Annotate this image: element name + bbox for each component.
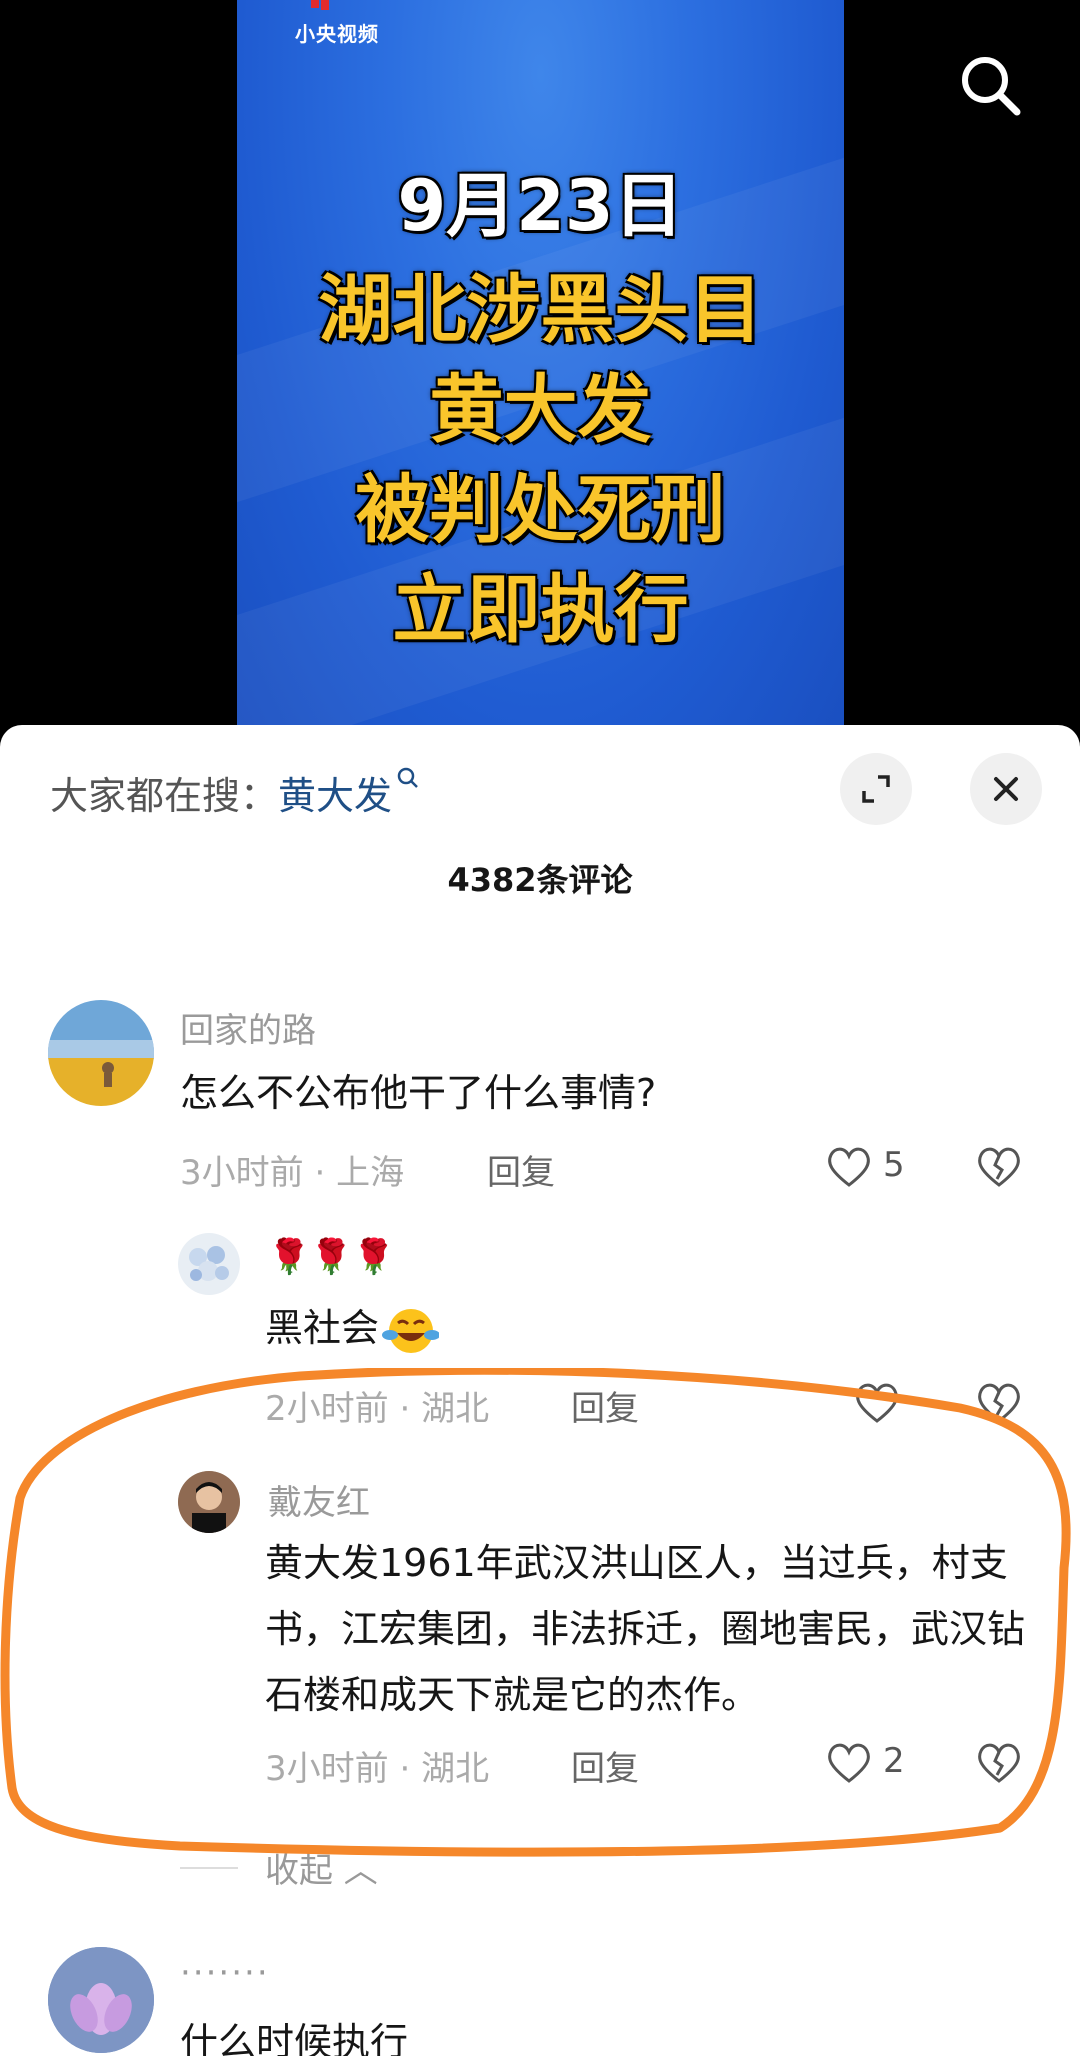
comment-time: 3小时前 [180, 1153, 304, 1193]
avatar[interactable] [178, 1233, 240, 1295]
comment-username[interactable]: 🌹🌹🌹 [268, 1237, 395, 1277]
hot-search-label: 大家都在搜： [50, 774, 279, 818]
comment-text: 怎么不公布他干了什么事情? [180, 1071, 657, 1115]
comment-meta: 3小时前 · 上海 [180, 1153, 405, 1193]
reply-button[interactable]: 回复 [487, 1145, 555, 1194]
dislike-broken-heart-icon[interactable] [975, 1143, 1023, 1191]
comment-count: 4382条评论 [447, 861, 633, 899]
avatar-lotus-image [48, 1947, 154, 2053]
comment-text-content: 黑社会 [265, 1306, 380, 1350]
comment-text: 什么时候执行 [180, 2020, 409, 2056]
hot-search-keyword[interactable]: 黄大发 [278, 774, 392, 818]
headline-date: 9月23日 [397, 165, 684, 247]
like-count: 5 [883, 1145, 905, 1185]
video-player[interactable]: 小央视频 9月23日 湖北涉黑头目 黄大发 被判处死刑 立即执行 [0, 0, 1080, 740]
brand-name: 小央视频 [295, 22, 379, 46]
orange-highlight-annotation [0, 1368, 1071, 1857]
collapse-divider [180, 1867, 238, 1869]
hot-search-bar[interactable]: 大家都在搜：黄大发 [50, 765, 420, 820]
avatar[interactable] [48, 1000, 154, 1106]
close-icon [994, 777, 1018, 801]
avatar[interactable] [48, 1947, 154, 2053]
headline-line: 黄大发 [429, 367, 652, 453]
headline-line: 被判处死刑 [355, 467, 726, 553]
small-search-icon [397, 767, 418, 788]
laughing-crying-emoji-icon [382, 1308, 441, 1353]
comment-username[interactable]: 回家的路 [180, 1003, 316, 1052]
expand-icon [862, 775, 890, 803]
like-heart-icon[interactable] [825, 1143, 873, 1191]
avatar-field-image [48, 1000, 154, 1106]
expand-button[interactable] [840, 753, 912, 825]
headline-line: 湖北涉黑头目 [318, 267, 763, 353]
comment-username[interactable]: ······· [180, 1953, 270, 1993]
video-frame[interactable]: 小央视频 9月23日 湖北涉黑头目 黄大发 被判处死刑 立即执行 [237, 0, 844, 740]
comment-location: 上海 [336, 1153, 405, 1193]
comment-text: 黑社会 [265, 1295, 965, 1361]
headline-line: 立即执行 [392, 567, 689, 653]
search-icon[interactable] [955, 50, 1025, 120]
avatar-flower-image [189, 1246, 229, 1281]
close-button[interactable] [970, 753, 1042, 825]
brand-logo-icon [311, 0, 329, 10]
